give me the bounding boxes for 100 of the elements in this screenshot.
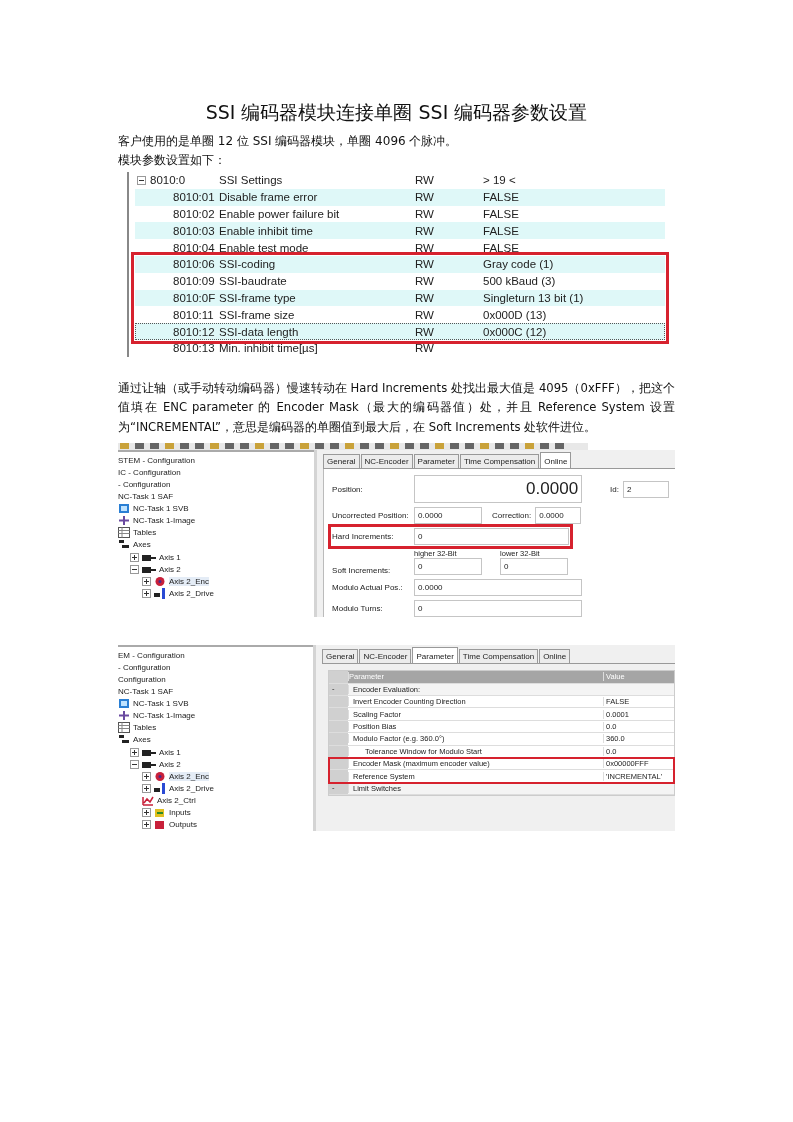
hard-increments-field[interactable]: 0 [414, 528, 570, 546]
settings-row[interactable]: 8010:13 Min. inhibit time[µs] RW [135, 339, 665, 357]
expand-icon[interactable] [130, 552, 139, 562]
tree-item[interactable]: IC - Configuration [118, 467, 181, 477]
value-text: FALSE [483, 208, 520, 220]
tree-item[interactable]: Configuration [118, 675, 166, 684]
settings-row[interactable]: 8010:0 SSI Settings RW > 19 < [135, 172, 665, 189]
tab[interactable]: NC-Encoder [360, 454, 413, 469]
lower-increments-field[interactable]: 0 [500, 558, 569, 576]
field-label: Hard Increments: [332, 532, 395, 542]
settings-row[interactable]: 8010:12 SSI-data length RW 0x000C (12) [135, 323, 665, 340]
expand-icon[interactable] [142, 783, 151, 793]
tree-item[interactable]: Axes [133, 540, 151, 550]
expand-icon[interactable] [142, 771, 151, 781]
motor-icon [142, 564, 156, 574]
correction-field[interactable]: 0.0000 [535, 507, 582, 525]
tree-item[interactable]: Axis 2_Drive [169, 783, 214, 793]
tab[interactable]: Online [540, 452, 572, 469]
index-text: 8010:04 [172, 241, 215, 254]
expand-icon[interactable] [142, 820, 151, 830]
position-field[interactable]: 0.0000 [414, 475, 583, 504]
expand-icon[interactable] [142, 808, 151, 818]
settings-row[interactable]: 8010:09 SSI-baudrate RW 500 kBaud (3) [135, 272, 665, 290]
tab[interactable]: General [322, 649, 359, 664]
outputs-icon [154, 819, 166, 831]
settings-row[interactable]: 8010:0F SSI-frame type RW Singleturn 13 bit (1) [135, 289, 665, 307]
uncorrected-position-field[interactable]: 0.0000 [414, 507, 483, 525]
drive-icon [154, 782, 166, 794]
task-icon [118, 698, 130, 710]
tree-item[interactable]: Tables [133, 723, 157, 733]
tree-item[interactable]: STEM - Configuration [118, 455, 195, 465]
collapse-icon[interactable] [130, 759, 139, 769]
settings-row[interactable]: 8010:02 Enable power failure bit RW FALSE [135, 205, 665, 223]
access-text: RW [415, 342, 435, 355]
tree-item[interactable]: Axis 1 [159, 552, 181, 562]
tree-item[interactable]: NC-Task 1 SVB [133, 504, 189, 514]
motor-icon [142, 747, 156, 757]
index-text: 8010:01 [172, 191, 215, 204]
field-label: Modulo Actual Pos.: [332, 583, 404, 593]
tree-item[interactable]: - Configuration [118, 662, 171, 672]
tree-item[interactable]: Axis 2_Drive [169, 588, 214, 598]
tree-item[interactable]: Axis 1 [159, 747, 181, 757]
inputs-icon [154, 807, 166, 819]
settings-row[interactable]: 8010:11 SSI-frame size RW 0x000D (13) [135, 306, 665, 324]
tree-item[interactable]: NC-Task 1-Image [133, 711, 196, 721]
body-text: 模块参数设置如下： [118, 152, 227, 169]
expand-icon[interactable] [142, 588, 151, 598]
value-text: 500 kBaud (3) [483, 275, 557, 288]
index-text: 8010:09 [172, 275, 215, 288]
tab[interactable]: NC-Encoder [359, 649, 412, 664]
index-text: 8010:02 [172, 208, 215, 220]
collapse-icon[interactable] [130, 564, 139, 574]
expand-icon[interactable] [130, 747, 139, 757]
settings-row[interactable]: 8010:01 Disable frame error RW FALSE [135, 188, 665, 206]
motor-icon [142, 759, 156, 769]
body-text: 客户使用的是单圈 12 位 SSI 编码器模块，单圈 4096 个脉冲。 [118, 133, 459, 150]
access-text: RW [415, 191, 435, 204]
chart-icon [142, 794, 154, 806]
field-label: Uncorrected Position: [332, 511, 410, 521]
tree-item[interactable]: NC-Task 1 SAF [118, 492, 174, 502]
settings-row[interactable]: 8010:03 Enable inhibit time RW FALSE [135, 222, 665, 240]
tree-item[interactable]: EM - Configuration [118, 650, 185, 660]
expand-icon[interactable] [142, 576, 151, 586]
tree-item[interactable]: NC-Task 1 SVB [133, 699, 189, 709]
tree-item[interactable]: Inputs [169, 808, 191, 818]
tree-item[interactable]: NC-Task 1 SAF [118, 687, 174, 697]
tree-item[interactable]: Axes [133, 735, 151, 745]
collapse-icon[interactable] [137, 175, 146, 185]
tab[interactable]: Time Compensation [458, 649, 539, 664]
name-text: SSI-coding [219, 258, 277, 271]
tab[interactable]: Online [539, 649, 571, 664]
tree-item[interactable]: Outputs [169, 820, 197, 830]
tree-item[interactable]: Axis 2_Enc [169, 576, 210, 586]
body-paragraph: 通过让轴（或手动转动编码器）慢速转动在 Hard Increments 处找出最大值是 4095（0xFFF），把这个值填在 ENC parameter 的 Encoder Mask（最大的编码器值）处，并且 Reference System 设置为“INCREMENTAL”，意思是编码器的单圈值到最大后，在 Soft Increments 处软件进位。 [118, 379, 675, 436]
value-text: Gray code (1) [483, 258, 555, 271]
tab[interactable]: General [323, 454, 360, 469]
tree-item[interactable]: Axis 2 [159, 564, 181, 574]
value-text: FALSE [483, 241, 520, 254]
tree-item[interactable]: - Configuration [118, 480, 171, 489]
field-label: Modulo Turns: [332, 604, 384, 614]
tree-item[interactable]: Axis 2 [159, 759, 181, 769]
tree-item[interactable]: Axis 2_Enc [169, 771, 210, 781]
tree-item[interactable]: Axis 2_Ctrl [157, 795, 196, 805]
field-label: Correction: [492, 511, 532, 521]
tab[interactable]: Parameter [413, 454, 459, 469]
access-text: RW [415, 291, 435, 304]
index-text: 8010:06 [172, 258, 215, 271]
name-text: SSI-frame type [219, 291, 297, 304]
settings-row[interactable]: 8010:04 Enable test mode RW FALSE [135, 239, 665, 256]
settings-row[interactable]: 8010:06 SSI-coding RW Gray code (1) [135, 256, 665, 273]
higher-increments-field[interactable]: 0 [414, 558, 483, 576]
tab[interactable]: Time Compensation [459, 454, 540, 469]
tree-item[interactable]: NC-Task 1-Image [133, 516, 196, 526]
modulo-turns-field[interactable]: 0 [414, 600, 583, 618]
id-field[interactable]: 2 [623, 480, 669, 498]
arrows-icon [118, 515, 130, 527]
value-text: FALSE [483, 224, 520, 237]
modulo-position-field[interactable]: 0.0000 [414, 579, 583, 597]
tab[interactable]: Parameter [412, 647, 458, 664]
tree-item[interactable]: Tables [133, 528, 157, 538]
